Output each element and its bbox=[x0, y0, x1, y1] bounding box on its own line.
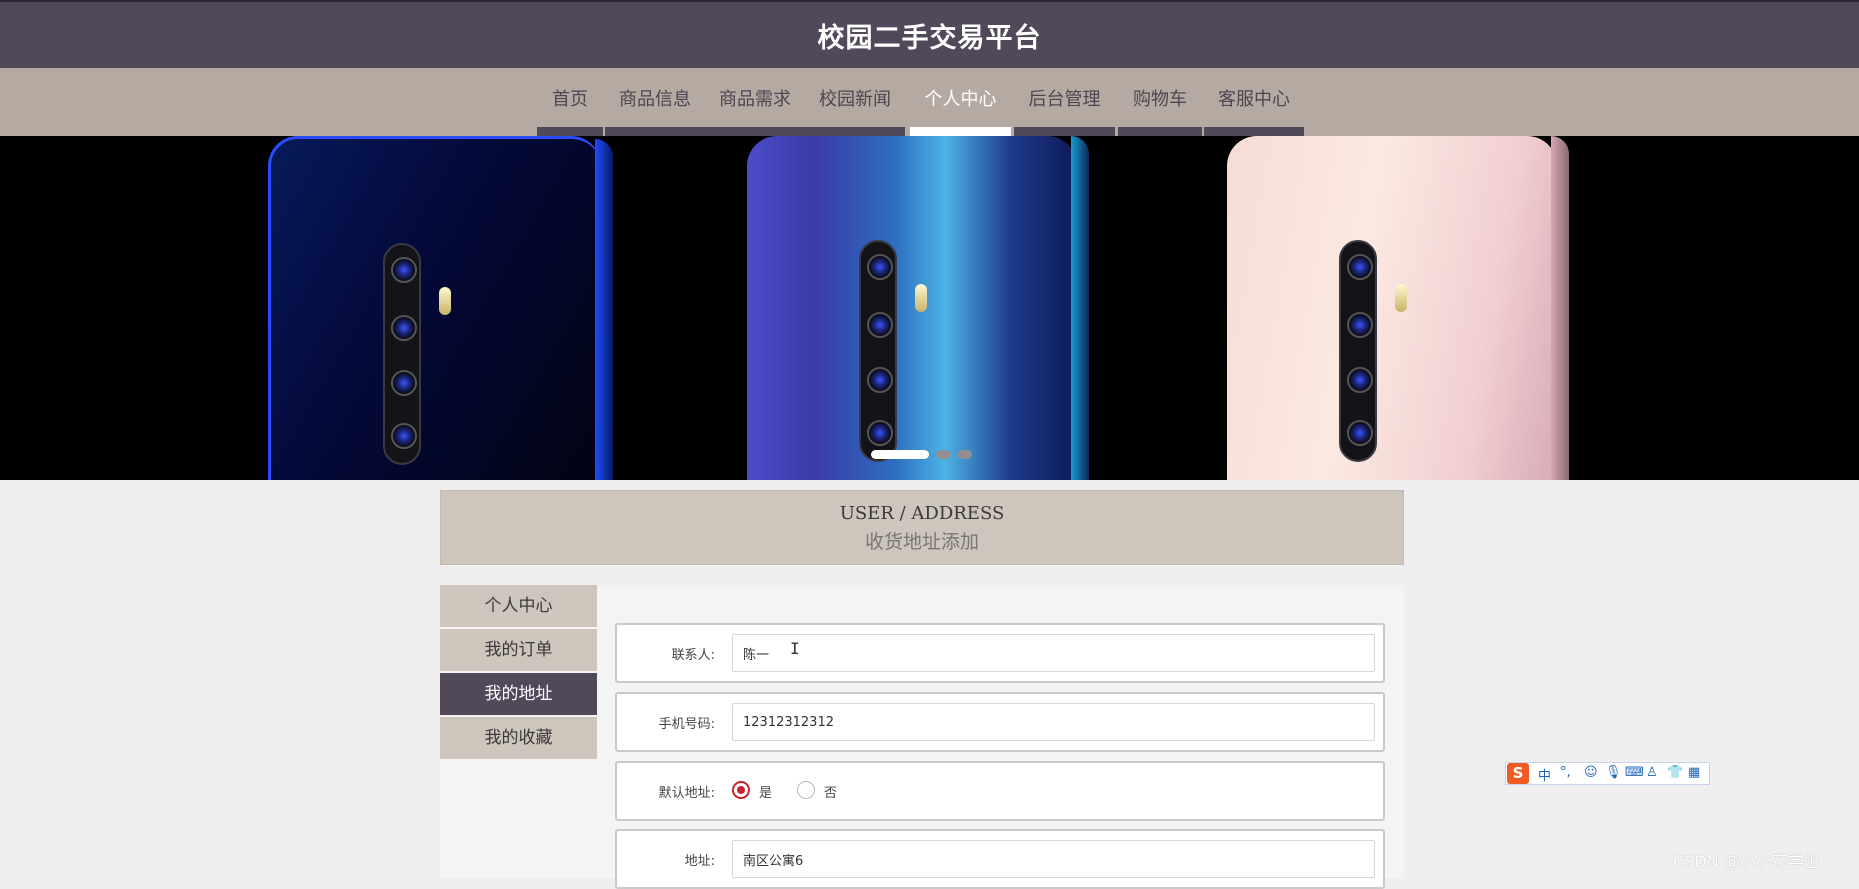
phone-label: 手机号码: bbox=[658, 717, 715, 732]
radio-yes[interactable] bbox=[732, 781, 750, 799]
flash bbox=[915, 284, 927, 312]
lens bbox=[1347, 367, 1373, 393]
camera-module bbox=[383, 243, 421, 465]
lens bbox=[1347, 420, 1373, 446]
address-input[interactable] bbox=[732, 840, 1375, 878]
nav-tab-bar bbox=[605, 127, 705, 136]
sidebar-item-personal-center[interactable]: 个人中心 bbox=[440, 585, 597, 627]
main-nav: 首页 商品信息 商品需求 校园新闻 个人中心 后台管理 购物车 客服中心 bbox=[0, 68, 1859, 136]
page-heading-en: USER / ADDRESS bbox=[839, 503, 1005, 524]
lens bbox=[391, 370, 417, 396]
nav-label: 商品信息 bbox=[619, 89, 691, 110]
user-sidebar: 个人中心 我的订单 我的地址 我的收藏 bbox=[440, 585, 597, 878]
contact-row: 联系人: bbox=[615, 623, 1385, 683]
lens bbox=[867, 367, 893, 393]
emoji-icon[interactable]: ☺ bbox=[1584, 765, 1598, 780]
carousel-dot-2[interactable] bbox=[936, 450, 951, 459]
nav-item-news[interactable]: 校园新闻 bbox=[805, 68, 905, 136]
nav-tab-bar bbox=[705, 127, 805, 136]
nav-label: 个人中心 bbox=[924, 89, 997, 110]
toolbox-grid-icon[interactable]: ▦ bbox=[1688, 765, 1700, 780]
nav-item-cart[interactable]: 购物车 bbox=[1118, 68, 1202, 136]
nav-tab-bar bbox=[1204, 127, 1304, 136]
lens bbox=[391, 257, 417, 283]
nav-label: 购物车 bbox=[1133, 89, 1187, 110]
address-label: 地址: bbox=[684, 854, 715, 869]
nav-tab-bar bbox=[1118, 127, 1202, 136]
lens bbox=[867, 254, 893, 280]
default-address-row: 默认地址: 是 否 bbox=[615, 761, 1385, 821]
page-heading: USER / ADDRESS 收货地址添加 bbox=[440, 490, 1404, 565]
sidebar-item-my-address[interactable]: 我的地址 bbox=[440, 673, 597, 715]
phone-edge bbox=[595, 139, 613, 480]
sogou-logo-icon: S bbox=[1507, 763, 1529, 784]
lens bbox=[1347, 254, 1373, 280]
nav-label: 校园新闻 bbox=[819, 89, 891, 110]
keyboard-icon[interactable]: ⌨ bbox=[1625, 765, 1644, 780]
contact-label: 联系人: bbox=[671, 648, 715, 663]
carousel-indicators bbox=[868, 446, 978, 462]
nav-item-personal-center[interactable]: 个人中心 bbox=[910, 68, 1011, 136]
mouse-text-cursor: I bbox=[790, 639, 800, 658]
nav-item-admin[interactable]: 后台管理 bbox=[1014, 68, 1115, 136]
radio-no[interactable] bbox=[797, 781, 815, 799]
ime-mode-toggle[interactable]: 中 bbox=[1538, 765, 1551, 784]
nav-item-demands[interactable]: 商品需求 bbox=[705, 68, 805, 136]
nav-item-products[interactable]: 商品信息 bbox=[605, 68, 705, 136]
phone-input[interactable] bbox=[732, 703, 1375, 741]
nav-tab-bar bbox=[537, 127, 603, 136]
sidebar-item-my-favorites[interactable]: 我的收藏 bbox=[440, 717, 597, 759]
phone-image-pink bbox=[1227, 136, 1569, 480]
address-form: 联系人: 手机号码: 默认地址: 是 否 地址: bbox=[597, 585, 1404, 889]
ime-punctuation-toggle[interactable]: °, bbox=[1560, 765, 1571, 780]
phone-row: 手机号码: bbox=[615, 692, 1385, 752]
lens bbox=[867, 312, 893, 338]
camera-module bbox=[1339, 240, 1377, 462]
nav-label: 后台管理 bbox=[1028, 89, 1101, 110]
microphone-icon[interactable]: 🎙 bbox=[1605, 765, 1622, 780]
address-row: 地址: bbox=[615, 829, 1385, 889]
flash bbox=[1395, 284, 1407, 312]
carousel-dot-3[interactable] bbox=[957, 450, 972, 459]
lens bbox=[391, 423, 417, 449]
nav-item-support[interactable]: 客服中心 bbox=[1204, 68, 1304, 136]
site-header: 校园二手交易平台 bbox=[0, 0, 1859, 68]
site-title: 校园二手交易平台 bbox=[817, 23, 1042, 54]
phone-edge bbox=[1551, 136, 1569, 480]
hero-carousel[interactable] bbox=[0, 136, 1859, 480]
nav-label: 首页 bbox=[552, 89, 588, 110]
page-heading-cn: 收货地址添加 bbox=[864, 531, 979, 553]
phone-image-blue bbox=[268, 136, 613, 480]
nav-label: 商品需求 bbox=[719, 89, 791, 110]
contact-input[interactable] bbox=[732, 634, 1375, 672]
default-address-label: 默认地址: bbox=[658, 786, 715, 801]
radio-no-label: 否 bbox=[824, 786, 838, 801]
lens bbox=[1347, 312, 1373, 338]
skin-shirt-icon[interactable]: 👕 bbox=[1667, 765, 1683, 780]
nav-label: 客服中心 bbox=[1218, 89, 1290, 110]
nav-tab-bar bbox=[805, 127, 905, 136]
phone-edge bbox=[1071, 136, 1089, 480]
lens bbox=[391, 315, 417, 341]
watermark: CSDN @小小花学姐 bbox=[1673, 852, 1820, 871]
camera-module bbox=[859, 240, 897, 462]
user-icon[interactable]: ♙ bbox=[1646, 765, 1658, 780]
phone-image-gradient bbox=[747, 136, 1089, 480]
flash bbox=[439, 287, 451, 315]
lens bbox=[867, 420, 893, 446]
nav-item-home[interactable]: 首页 bbox=[537, 68, 603, 136]
nav-tab-bar-active bbox=[910, 127, 1011, 136]
carousel-dot-1[interactable] bbox=[871, 450, 929, 459]
sidebar-item-my-orders[interactable]: 我的订单 bbox=[440, 629, 597, 671]
nav-tab-bar bbox=[1014, 127, 1115, 136]
radio-yes-label: 是 bbox=[759, 786, 773, 801]
ime-toolbar[interactable]: S 中 °, ☺ 🎙 ⌨ ♙ 👕 ▦ bbox=[1505, 762, 1710, 785]
